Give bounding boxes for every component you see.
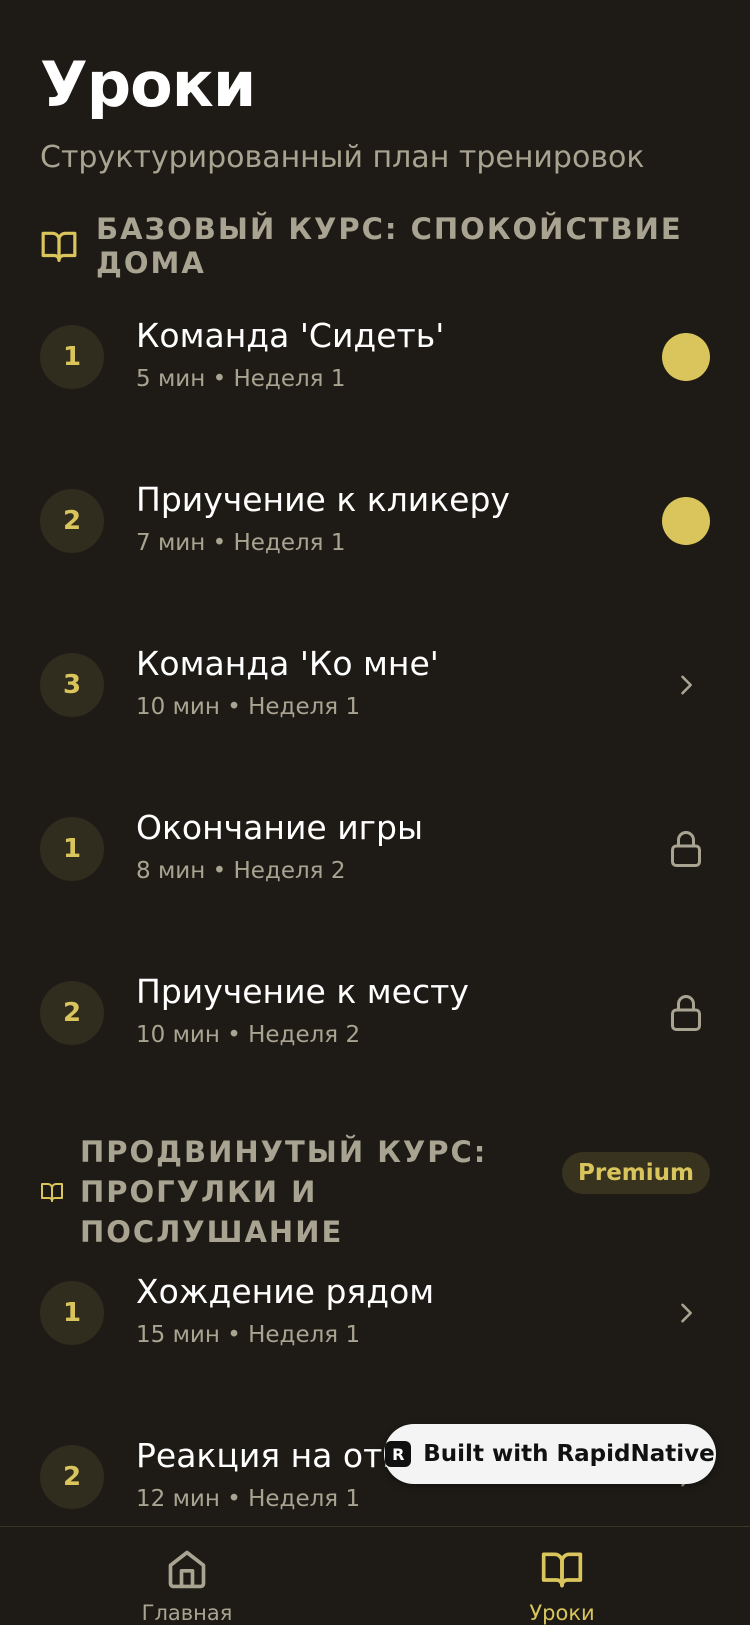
lock-icon [662, 825, 710, 873]
tab-home[interactable]: Главная [107, 1547, 267, 1625]
badge-label: Built with RapidNative [423, 1441, 715, 1467]
page-subtitle: Структурированный план тренировок [40, 140, 645, 175]
lesson-title: Команда 'Сидеть' [136, 316, 445, 355]
lesson-item[interactable]: 2 Приучение к месту 10 мин • Неделя 2 [40, 972, 710, 1048]
lesson-title: Окончание игры [136, 808, 423, 847]
section-header-basic: Базовый курс: спокойствие дома [40, 212, 750, 280]
lesson-title: Реакция на отвл [136, 1436, 423, 1475]
book-open-icon [538, 1547, 586, 1595]
lock-icon [662, 989, 710, 1037]
completed-status-icon [662, 497, 710, 545]
section-title: Базовый курс: спокойствие дома [96, 212, 683, 280]
chevron-right-icon[interactable] [662, 1289, 710, 1337]
book-open-icon [40, 227, 78, 265]
lesson-number: 1 [40, 325, 104, 389]
lesson-number: 2 [40, 1445, 104, 1509]
tab-lessons[interactable]: Уроки [482, 1547, 642, 1625]
lesson-meta: 12 мин • Неделя 1 [136, 1486, 361, 1512]
tab-label: Главная [141, 1601, 233, 1625]
lesson-number: 2 [40, 981, 104, 1045]
lesson-meta: 7 мин • Неделя 1 [136, 530, 346, 556]
built-with-rapidnative-badge[interactable]: R Built with RapidNative [384, 1424, 716, 1484]
lesson-number: 3 [40, 653, 104, 717]
lesson-item[interactable]: 1 Хождение рядом 15 мин • Неделя 1 [40, 1272, 710, 1348]
lesson-item[interactable]: 1 Команда 'Сидеть' 5 мин • Неделя 1 [40, 316, 710, 392]
page-title: Уроки [40, 48, 256, 121]
section-header-advanced: Продвинутый курс: прогулки и послушание … [40, 1132, 710, 1252]
rapidnative-logo-icon: R [385, 1441, 412, 1467]
lesson-number: 1 [40, 817, 104, 881]
home-icon [165, 1547, 209, 1595]
lesson-title: Хождение рядом [136, 1272, 435, 1311]
premium-badge: Premium [562, 1152, 710, 1194]
completed-status-icon [662, 333, 710, 381]
lesson-title: Приучение к кликеру [136, 480, 510, 519]
lesson-item[interactable]: 1 Окончание игры 8 мин • Неделя 2 [40, 808, 710, 884]
lesson-title: Команда 'Ко мне' [136, 644, 439, 683]
lesson-item[interactable]: 2 Приучение к кликеру 7 мин • Неделя 1 [40, 480, 710, 556]
lesson-number: 2 [40, 489, 104, 553]
lesson-title: Приучение к месту [136, 972, 469, 1011]
lesson-item[interactable]: 3 Команда 'Ко мне' 10 мин • Неделя 1 [40, 644, 710, 720]
tab-label: Уроки [529, 1601, 595, 1625]
book-open-icon [40, 1180, 64, 1204]
lesson-meta: 10 мин • Неделя 1 [136, 694, 361, 720]
bottom-tab-bar: Главная Уроки [0, 1526, 750, 1625]
section-title: Продвинутый курс: прогулки и послушание [80, 1135, 488, 1249]
lesson-meta: 5 мин • Неделя 1 [136, 366, 346, 392]
lesson-meta: 10 мин • Неделя 2 [136, 1022, 361, 1048]
chevron-right-icon[interactable] [662, 661, 710, 709]
lesson-meta: 15 мин • Неделя 1 [136, 1322, 361, 1348]
lesson-number: 1 [40, 1281, 104, 1345]
lesson-meta: 8 мин • Неделя 2 [136, 858, 346, 884]
